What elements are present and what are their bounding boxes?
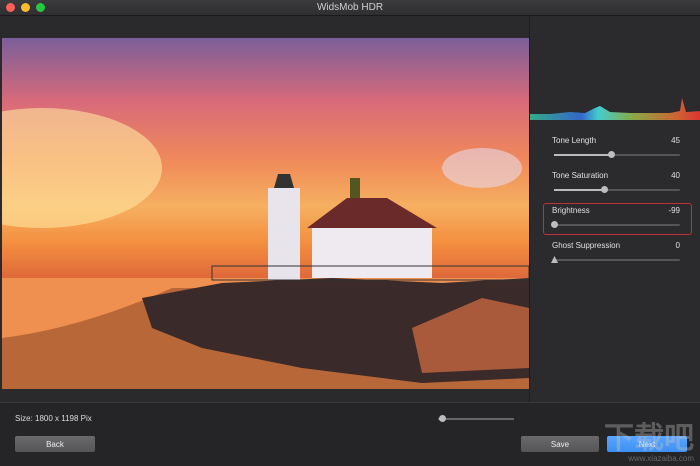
tone-length-slider[interactable] xyxy=(554,151,680,158)
window-title: WidsMob HDR xyxy=(316,2,384,13)
ghost-suppression-value: 0 xyxy=(675,241,680,250)
slider-knob[interactable] xyxy=(551,256,558,263)
back-button[interactable]: Back xyxy=(15,436,95,452)
tone-saturation-slider[interactable] xyxy=(554,186,680,193)
tone-length-label: Tone Length xyxy=(552,136,597,145)
ghost-suppression-slider[interactable] xyxy=(551,256,680,263)
brightness-highlight-box xyxy=(543,203,692,235)
ghost-suppression-label: Ghost Suppression xyxy=(552,241,621,250)
image-size-label: Size: 1800 x 1198 Pix xyxy=(15,414,92,423)
tone-length-value: 45 xyxy=(671,136,680,145)
bottom-bar xyxy=(0,402,700,466)
tone-saturation-value: 40 xyxy=(671,171,680,180)
title-bar: WidsMob HDR xyxy=(0,0,700,16)
photo-preview xyxy=(2,38,529,389)
zoom-slider[interactable] xyxy=(438,415,514,422)
save-button[interactable]: Save xyxy=(521,436,599,452)
histogram xyxy=(530,98,700,120)
tone-saturation-label: Tone Saturation xyxy=(552,171,609,180)
watermark-logo: 下载吧 xyxy=(604,422,694,455)
slider-knob[interactable] xyxy=(601,186,609,193)
slider-knob[interactable] xyxy=(607,151,615,158)
zoom-slider-knob[interactable] xyxy=(438,415,446,422)
watermark-url: www.xiazaiba.com xyxy=(628,454,694,463)
